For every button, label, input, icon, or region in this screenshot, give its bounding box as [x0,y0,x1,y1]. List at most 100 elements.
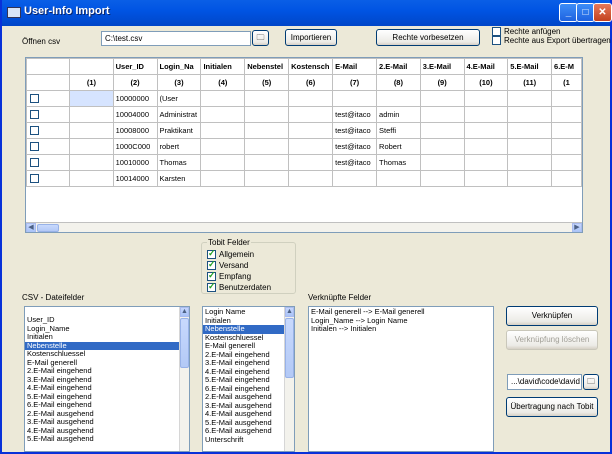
grid-num-cell[interactable]: (1) [69,74,114,91]
table-cell[interactable]: Praktikant [156,122,202,139]
table-cell[interactable] [419,138,465,155]
row-checkbox[interactable] [30,174,39,183]
tobit-fields-scrollbar[interactable]: ▲ [284,307,294,451]
scroll-thumb[interactable] [37,224,59,232]
table-row[interactable]: 10014000 Karsten [26,170,582,187]
grid-hdr-cell[interactable]: Kostensch [288,58,334,75]
table-cell[interactable] [244,138,290,155]
grid-hdr-cell[interactable]: 4.E-Mail [463,58,509,75]
title-bar[interactable]: User-Info Import _ □ ✕ [2,0,612,26]
table-cell[interactable] [507,122,553,139]
grid-hdr-cell[interactable]: User_ID [112,58,158,75]
table-cell[interactable] [551,90,582,107]
table-cell[interactable] [507,106,553,123]
table-cell[interactable] [376,90,421,107]
table-cell[interactable] [244,170,290,187]
table-cell[interactable] [551,170,582,187]
table-cell[interactable]: admin [376,106,421,123]
table-cell[interactable] [200,106,246,123]
table-row[interactable]: 1000C000 robert test@itaco Robert [26,138,582,155]
table-cell[interactable] [551,122,582,139]
table-cell[interactable] [288,170,334,187]
horizontal-scrollbar[interactable]: ◀ ▶ [26,222,582,232]
row-cell[interactable] [69,170,114,187]
table-cell[interactable]: 10004000 [112,106,158,123]
table-cell[interactable] [507,90,553,107]
close-button[interactable]: ✕ [593,3,612,22]
table-cell[interactable] [200,170,246,187]
grid-num-cell[interactable]: (10) [463,74,509,91]
data-grid[interactable]: User_ID Login_Na Initialen Nebenstel Kostens… [25,57,583,233]
table-cell[interactable]: Administrat [156,106,202,123]
scroll-right-icon[interactable]: ▶ [572,223,582,232]
row-select-cell[interactable] [26,138,71,155]
table-cell[interactable] [507,138,553,155]
table-cell[interactable] [200,122,246,139]
table-cell[interactable]: robert [156,138,202,155]
row-checkbox[interactable] [30,126,39,135]
target-path-field[interactable]: ...\david\code\david [507,374,582,390]
row-select-cell[interactable] [26,170,71,187]
link-button[interactable]: Verknüpfen [506,306,598,326]
table-cell[interactable] [463,90,509,107]
grid-num-cell[interactable]: (7) [332,74,378,91]
table-cell[interactable] [288,106,334,123]
table-cell[interactable] [288,122,334,139]
table-cell[interactable]: 10008000 [112,122,158,139]
table-cell[interactable]: Thomas [156,154,202,171]
row-cell[interactable] [69,154,114,171]
table-cell[interactable]: test@itaco [332,138,378,155]
rights-export-checkbox[interactable] [492,36,501,45]
table-cell[interactable] [419,154,465,171]
grid-num-cell[interactable]: (9) [419,74,465,91]
table-cell[interactable]: (User [156,90,202,107]
transfer-button[interactable]: Übertragung nach Tobit [506,397,598,417]
table-cell[interactable] [200,154,246,171]
row-checkbox[interactable] [30,94,39,103]
table-cell[interactable] [463,106,509,123]
table-row[interactable]: 10000000 (User [26,90,582,107]
table-cell[interactable] [463,122,509,139]
table-cell[interactable] [463,170,509,187]
browse-csv-button[interactable]: 🗀 [252,30,269,46]
scroll-up-icon[interactable]: ▲ [285,307,294,317]
linked-fields-list[interactable]: E-Mail generell --> E-Mail generell Login… [308,306,494,452]
browse-target-button[interactable]: 🗀 [583,374,599,390]
table-row[interactable]: 10004000 Administrat test@itaco admin [26,106,582,123]
table-cell[interactable] [200,90,246,107]
scroll-up-icon[interactable]: ▲ [180,307,189,317]
tobit-option-checkbox[interactable] [207,270,216,281]
row-checkbox[interactable] [30,142,39,151]
csv-fields-list[interactable]: User_ID Login_Name Initialen Nebenstelle Kos… [24,306,190,452]
table-cell[interactable] [332,170,378,187]
row-cell[interactable] [69,106,114,123]
tobit-fields-list[interactable]: Login Name Initialen Nebenstelle Kostenschl… [202,306,295,452]
tobit-option-checkbox[interactable] [207,248,216,259]
table-cell[interactable] [288,90,334,107]
table-cell[interactable] [244,154,290,171]
table-cell[interactable]: test@itaco [332,154,378,171]
row-select-cell[interactable] [26,154,71,171]
row-checkbox[interactable] [30,110,39,119]
table-cell[interactable] [244,90,290,107]
table-row[interactable]: 10008000 Praktikant test@itaco Steffi [26,122,582,139]
table-cell[interactable] [507,170,553,187]
grid-num-cell[interactable]: (3) [156,74,202,91]
table-cell[interactable]: Thomas [376,154,421,171]
scroll-thumb[interactable] [285,318,294,378]
grid-num-cell[interactable] [26,74,71,91]
csv-path-field[interactable]: C:\test.csv [101,31,251,46]
table-cell[interactable] [507,154,553,171]
grid-num-cell[interactable]: (4) [200,74,246,91]
grid-num-cell[interactable]: (1 [551,74,582,91]
table-cell[interactable] [551,138,582,155]
table-cell[interactable] [419,90,465,107]
grid-hdr-cell[interactable]: 5.E-Mail [507,58,553,75]
scroll-thumb[interactable] [180,318,189,368]
table-cell[interactable]: Karsten [156,170,202,187]
tobit-option-checkbox[interactable] [207,281,216,292]
grid-hdr-cell[interactable] [69,58,114,75]
table-cell[interactable] [419,106,465,123]
table-cell[interactable] [376,170,421,187]
grid-hdr-cell[interactable]: Initialen [200,58,246,75]
